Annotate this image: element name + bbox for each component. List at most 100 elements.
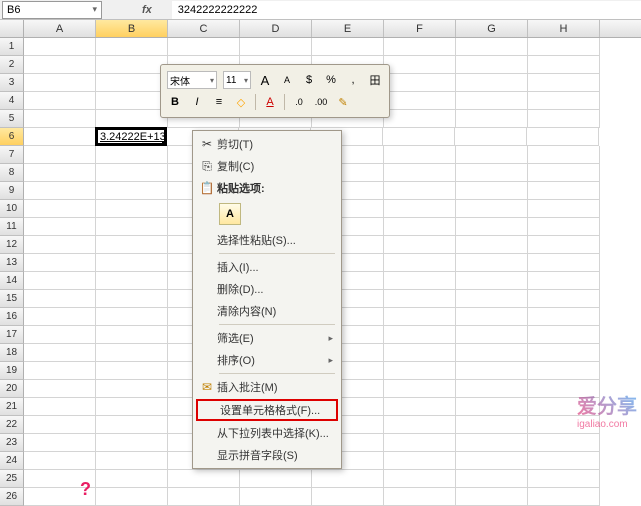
row-header[interactable]: 17: [0, 326, 24, 344]
cell[interactable]: [96, 164, 168, 182]
cell[interactable]: [456, 146, 528, 164]
cell[interactable]: [456, 308, 528, 326]
cell[interactable]: [528, 308, 600, 326]
cell[interactable]: [24, 452, 96, 470]
cell[interactable]: [384, 38, 456, 56]
cell[interactable]: [96, 236, 168, 254]
cell[interactable]: [24, 416, 96, 434]
menu-show-phonetic[interactable]: 显示拼音字段(S): [193, 444, 341, 466]
cell[interactable]: [384, 380, 456, 398]
cell[interactable]: [96, 398, 168, 416]
cell[interactable]: [24, 236, 96, 254]
cell[interactable]: [168, 470, 240, 488]
cell[interactable]: [384, 254, 456, 272]
format-painter-icon[interactable]: ✎: [335, 94, 351, 110]
col-header[interactable]: B: [96, 20, 168, 37]
cell[interactable]: [456, 200, 528, 218]
row-header[interactable]: 3: [0, 74, 24, 92]
cell[interactable]: [384, 416, 456, 434]
cell[interactable]: [528, 452, 600, 470]
cell[interactable]: [528, 56, 600, 74]
cell[interactable]: [168, 488, 240, 506]
cell[interactable]: [384, 488, 456, 506]
cell[interactable]: [96, 146, 168, 164]
row-header[interactable]: 7: [0, 146, 24, 164]
row-header[interactable]: 11: [0, 218, 24, 236]
font-color-icon[interactable]: A: [262, 94, 278, 110]
cell[interactable]: [528, 254, 600, 272]
cell[interactable]: [528, 164, 600, 182]
cell[interactable]: [96, 74, 168, 92]
cell[interactable]: [456, 470, 528, 488]
col-header[interactable]: D: [240, 20, 312, 37]
cell[interactable]: [528, 182, 600, 200]
cell[interactable]: [456, 110, 528, 128]
cell[interactable]: [384, 218, 456, 236]
cell[interactable]: [384, 74, 456, 92]
cell[interactable]: [24, 110, 96, 128]
cell[interactable]: [456, 290, 528, 308]
col-header[interactable]: C: [168, 20, 240, 37]
cell[interactable]: [384, 200, 456, 218]
cell[interactable]: [455, 128, 527, 146]
cell[interactable]: [24, 308, 96, 326]
cell[interactable]: [384, 434, 456, 452]
cell[interactable]: [96, 182, 168, 200]
grow-font-icon[interactable]: A: [257, 72, 273, 88]
row-header[interactable]: 15: [0, 290, 24, 308]
cell[interactable]: [96, 218, 168, 236]
cell[interactable]: [528, 218, 600, 236]
cell[interactable]: [24, 182, 96, 200]
row-header[interactable]: 12: [0, 236, 24, 254]
cell[interactable]: 3.24222E+13: [95, 127, 167, 146]
cell[interactable]: [528, 362, 600, 380]
menu-copy[interactable]: ⎘ 复制(C): [193, 155, 341, 177]
cell[interactable]: [528, 38, 600, 56]
cell[interactable]: [96, 92, 168, 110]
cell[interactable]: [456, 164, 528, 182]
formula-input[interactable]: 3242222222222: [172, 1, 641, 19]
menu-delete[interactable]: 删除(D)...: [193, 278, 341, 300]
row-header[interactable]: 14: [0, 272, 24, 290]
bold-button[interactable]: B: [167, 94, 183, 110]
cell[interactable]: [96, 434, 168, 452]
fx-icon[interactable]: fx: [142, 4, 152, 16]
menu-insert-comment[interactable]: ✉ 插入批注(M): [193, 376, 341, 398]
cell[interactable]: [528, 488, 600, 506]
row-header[interactable]: 19: [0, 362, 24, 380]
comma-icon[interactable]: ,: [345, 72, 361, 88]
shrink-font-icon[interactable]: A: [279, 72, 295, 88]
menu-clear-contents[interactable]: 清除内容(N): [193, 300, 341, 322]
row-header[interactable]: 20: [0, 380, 24, 398]
cell[interactable]: [24, 434, 96, 452]
cell[interactable]: [384, 110, 456, 128]
cell[interactable]: [383, 128, 455, 146]
paste-option-a[interactable]: A: [219, 203, 241, 225]
cell[interactable]: [528, 92, 600, 110]
menu-filter[interactable]: 筛选(E) ▸: [193, 327, 341, 349]
cell[interactable]: [384, 398, 456, 416]
cell[interactable]: [528, 470, 600, 488]
cell[interactable]: [384, 182, 456, 200]
italic-button[interactable]: I: [189, 94, 205, 110]
border-icon[interactable]: 田: [367, 72, 383, 88]
currency-icon[interactable]: $: [301, 72, 317, 88]
cell[interactable]: [24, 56, 96, 74]
cell[interactable]: [24, 254, 96, 272]
cell[interactable]: [96, 200, 168, 218]
cell[interactable]: [384, 452, 456, 470]
row-header[interactable]: 25: [0, 470, 24, 488]
name-box[interactable]: B6 ▾: [2, 1, 102, 19]
cell[interactable]: [24, 146, 96, 164]
cell[interactable]: [527, 128, 599, 146]
cell[interactable]: [456, 38, 528, 56]
cell[interactable]: [24, 128, 96, 146]
cell[interactable]: [24, 326, 96, 344]
cell[interactable]: [24, 164, 96, 182]
cell[interactable]: [384, 164, 456, 182]
cell[interactable]: [528, 344, 600, 362]
cell[interactable]: [96, 254, 168, 272]
row-header[interactable]: 18: [0, 344, 24, 362]
col-header[interactable]: G: [456, 20, 528, 37]
cell[interactable]: [384, 344, 456, 362]
